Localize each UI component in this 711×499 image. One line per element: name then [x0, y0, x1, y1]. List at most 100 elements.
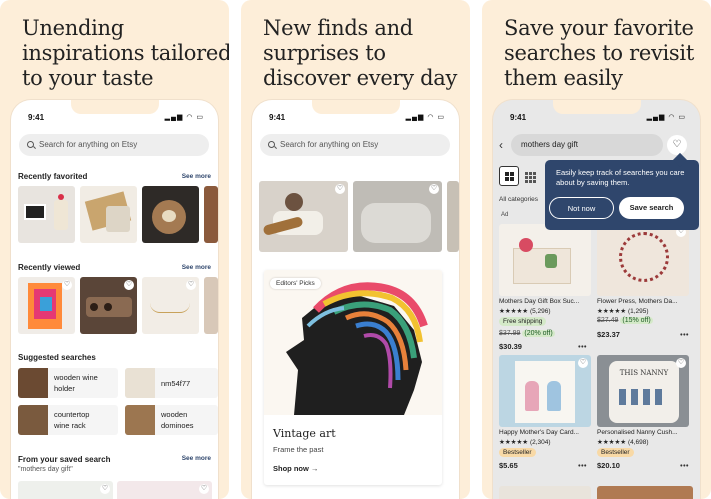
suggestion-label: countertop wine rack — [54, 410, 90, 430]
product-price: $20.10 — [597, 461, 620, 470]
product-original-price: $37.99 (20% off) — [499, 330, 555, 337]
status-time: 9:41 — [510, 113, 527, 122]
signal-wifi-battery-icon: ▂▄▆ ◠ ▭ — [164, 114, 204, 121]
suggested-search-chip[interactable]: wooden wine holder — [18, 368, 118, 398]
viewed-item-thumb[interactable] — [204, 277, 218, 334]
heart-icon[interactable]: ♡ — [124, 280, 134, 290]
phone-screen: 9:41 ▂▄▆ ◠ ▭ Search for anything on Etsy… — [11, 100, 218, 499]
heart-icon[interactable]: ♡ — [100, 484, 110, 494]
suggested-search-chip[interactable]: countertop wine rack — [18, 405, 118, 435]
save-search-heart-icon[interactable]: ♡ — [667, 135, 687, 155]
more-options-icon[interactable]: ••• — [578, 463, 587, 470]
heart-icon[interactable]: ♡ — [199, 484, 209, 494]
heart-icon[interactable]: ♡ — [578, 358, 588, 368]
product-image-partial[interactable] — [597, 486, 693, 499]
heart-icon[interactable]: ♡ — [429, 184, 439, 194]
editors-picks-badge: Editors' Picks — [270, 278, 321, 289]
search-placeholder: Search for anything on Etsy — [280, 140, 379, 149]
saved-search-title: From your saved search — [18, 455, 111, 464]
favorite-item-thumb[interactable] — [142, 186, 199, 243]
status-bar: 9:41 ▂▄▆ ◠ ▭ — [11, 100, 218, 130]
see-more-link[interactable]: See more — [182, 455, 211, 462]
favorite-item-thumb[interactable] — [80, 186, 137, 243]
more-options-icon[interactable]: ••• — [680, 463, 689, 470]
promo-panel-discover: New finds and surprises to discover ever… — [241, 0, 470, 499]
suggested-search-chip[interactable]: wooden dominoes — [125, 405, 218, 435]
product-price: $23.37 — [597, 330, 620, 339]
see-more-link[interactable]: See more — [182, 173, 211, 180]
saved-search-item[interactable]: ♡ — [18, 481, 113, 499]
tooltip-text: Easily keep track of searches you care a… — [556, 168, 685, 187]
more-options-icon[interactable]: ••• — [680, 332, 689, 339]
recently-favorited-title: Recently favorited — [18, 172, 88, 181]
viewed-item-thumb[interactable]: ♡ — [18, 277, 75, 334]
status-bar: 9:41 ▂▄▆ ◠ ▭ — [252, 100, 459, 130]
shop-now-link[interactable]: Shop now → — [273, 464, 318, 473]
search-input[interactable]: Search for anything on Etsy — [260, 134, 450, 156]
heart-icon[interactable]: ♡ — [676, 358, 686, 368]
search-input[interactable]: Search for anything on Etsy — [19, 134, 209, 156]
discount-label: (15% off) — [620, 317, 653, 324]
grid-view-icon[interactable] — [499, 166, 519, 186]
signal-wifi-battery-icon: ▂▄▆ ◠ ▭ — [405, 114, 445, 121]
ad-label: Ad — [501, 212, 509, 218]
product-rating: ★★★★★ (2,304) — [499, 439, 551, 446]
all-categories-filter[interactable]: All categories — [499, 196, 538, 203]
viewed-item-thumb[interactable]: ♡ — [142, 277, 199, 334]
suggestion-label: nm54f77 — [161, 379, 191, 388]
more-options-icon[interactable]: ••• — [578, 344, 587, 351]
discover-item-thumb[interactable]: ♡ — [353, 181, 442, 252]
search-query-input[interactable]: mothers day gift — [511, 134, 663, 156]
product-image: ♡ — [499, 355, 591, 427]
discount-label: (20% off) — [522, 330, 555, 337]
favorite-item-thumb[interactable] — [18, 186, 75, 243]
tooltip-arrow — [672, 152, 688, 168]
feature-title: Vintage art — [273, 427, 336, 440]
bestseller-tag: Bestseller — [499, 448, 536, 457]
save-search-tooltip: Easily keep track of searches you care a… — [545, 152, 699, 230]
heart-icon[interactable]: ♡ — [186, 280, 196, 290]
editors-picks-card[interactable]: Editors' Picks Vintage art Frame the pas… — [264, 270, 442, 485]
suggested-search-chip[interactable]: nm54f77 — [125, 368, 218, 398]
not-now-button[interactable]: Not now — [549, 197, 614, 219]
search-icon — [268, 141, 275, 148]
product-title: Flower Press, Mothers Da... — [597, 298, 678, 305]
back-arrow-icon[interactable]: ‹ — [499, 138, 503, 152]
status-time: 9:41 — [28, 113, 45, 122]
product-title: Happy Mother's Day Card... — [499, 429, 579, 436]
signal-wifi-battery-icon: ▂▄▆ ◠ ▭ — [646, 114, 686, 121]
vintage-art-image: Editors' Picks — [264, 270, 442, 415]
product-rating: ★★★★★ (5,296) — [499, 308, 551, 315]
heart-icon[interactable]: ♡ — [62, 280, 72, 290]
product-image — [499, 224, 591, 296]
saved-search-item[interactable]: ♡ — [117, 481, 212, 499]
see-more-link[interactable]: See more — [182, 264, 211, 271]
product-image: THIS NANNY ♡ — [597, 355, 689, 427]
favorite-item-thumb[interactable] — [204, 186, 218, 243]
product-image-partial[interactable] — [499, 486, 591, 499]
phone-screen: 9:41 ▂▄▆ ◠ ▭ ‹ mothers day gift ♡ All ca… — [493, 100, 700, 499]
suggested-searches-title: Suggested searches — [18, 353, 96, 362]
panel-headline: Unending inspirations tailored to your t… — [22, 16, 229, 90]
save-search-button[interactable]: Save search — [619, 197, 684, 219]
promo-panel-favorites: Unending inspirations tailored to your t… — [0, 0, 229, 499]
panel-headline: Save your favorite searches to revisit t… — [504, 16, 694, 90]
list-view-icon[interactable] — [525, 172, 536, 183]
status-bar: 9:41 ▂▄▆ ◠ ▭ — [493, 100, 700, 130]
suggestion-label: wooden wine holder — [54, 373, 98, 393]
product-rating: ★★★★★ (4,698) — [597, 439, 649, 446]
search-icon — [27, 141, 34, 148]
product-title: Mothers Day Gift Box Suc... — [499, 298, 580, 305]
viewed-item-thumb[interactable]: ♡ — [80, 277, 137, 334]
search-placeholder: Search for anything on Etsy — [39, 140, 138, 149]
product-original-price: $27.49 (15% off) — [597, 317, 653, 324]
saved-search-query: "mothers day gift" — [18, 466, 73, 473]
discover-item-thumb[interactable]: ♡ — [259, 181, 348, 252]
product-rating: ★★★★★ (1,295) — [597, 308, 649, 315]
feature-subtitle: Frame the past — [273, 445, 324, 454]
discover-item-thumb[interactable] — [447, 181, 459, 252]
status-time: 9:41 — [269, 113, 286, 122]
heart-icon[interactable]: ♡ — [335, 184, 345, 194]
suggestion-thumb — [18, 368, 48, 398]
suggestion-thumb — [18, 405, 48, 435]
